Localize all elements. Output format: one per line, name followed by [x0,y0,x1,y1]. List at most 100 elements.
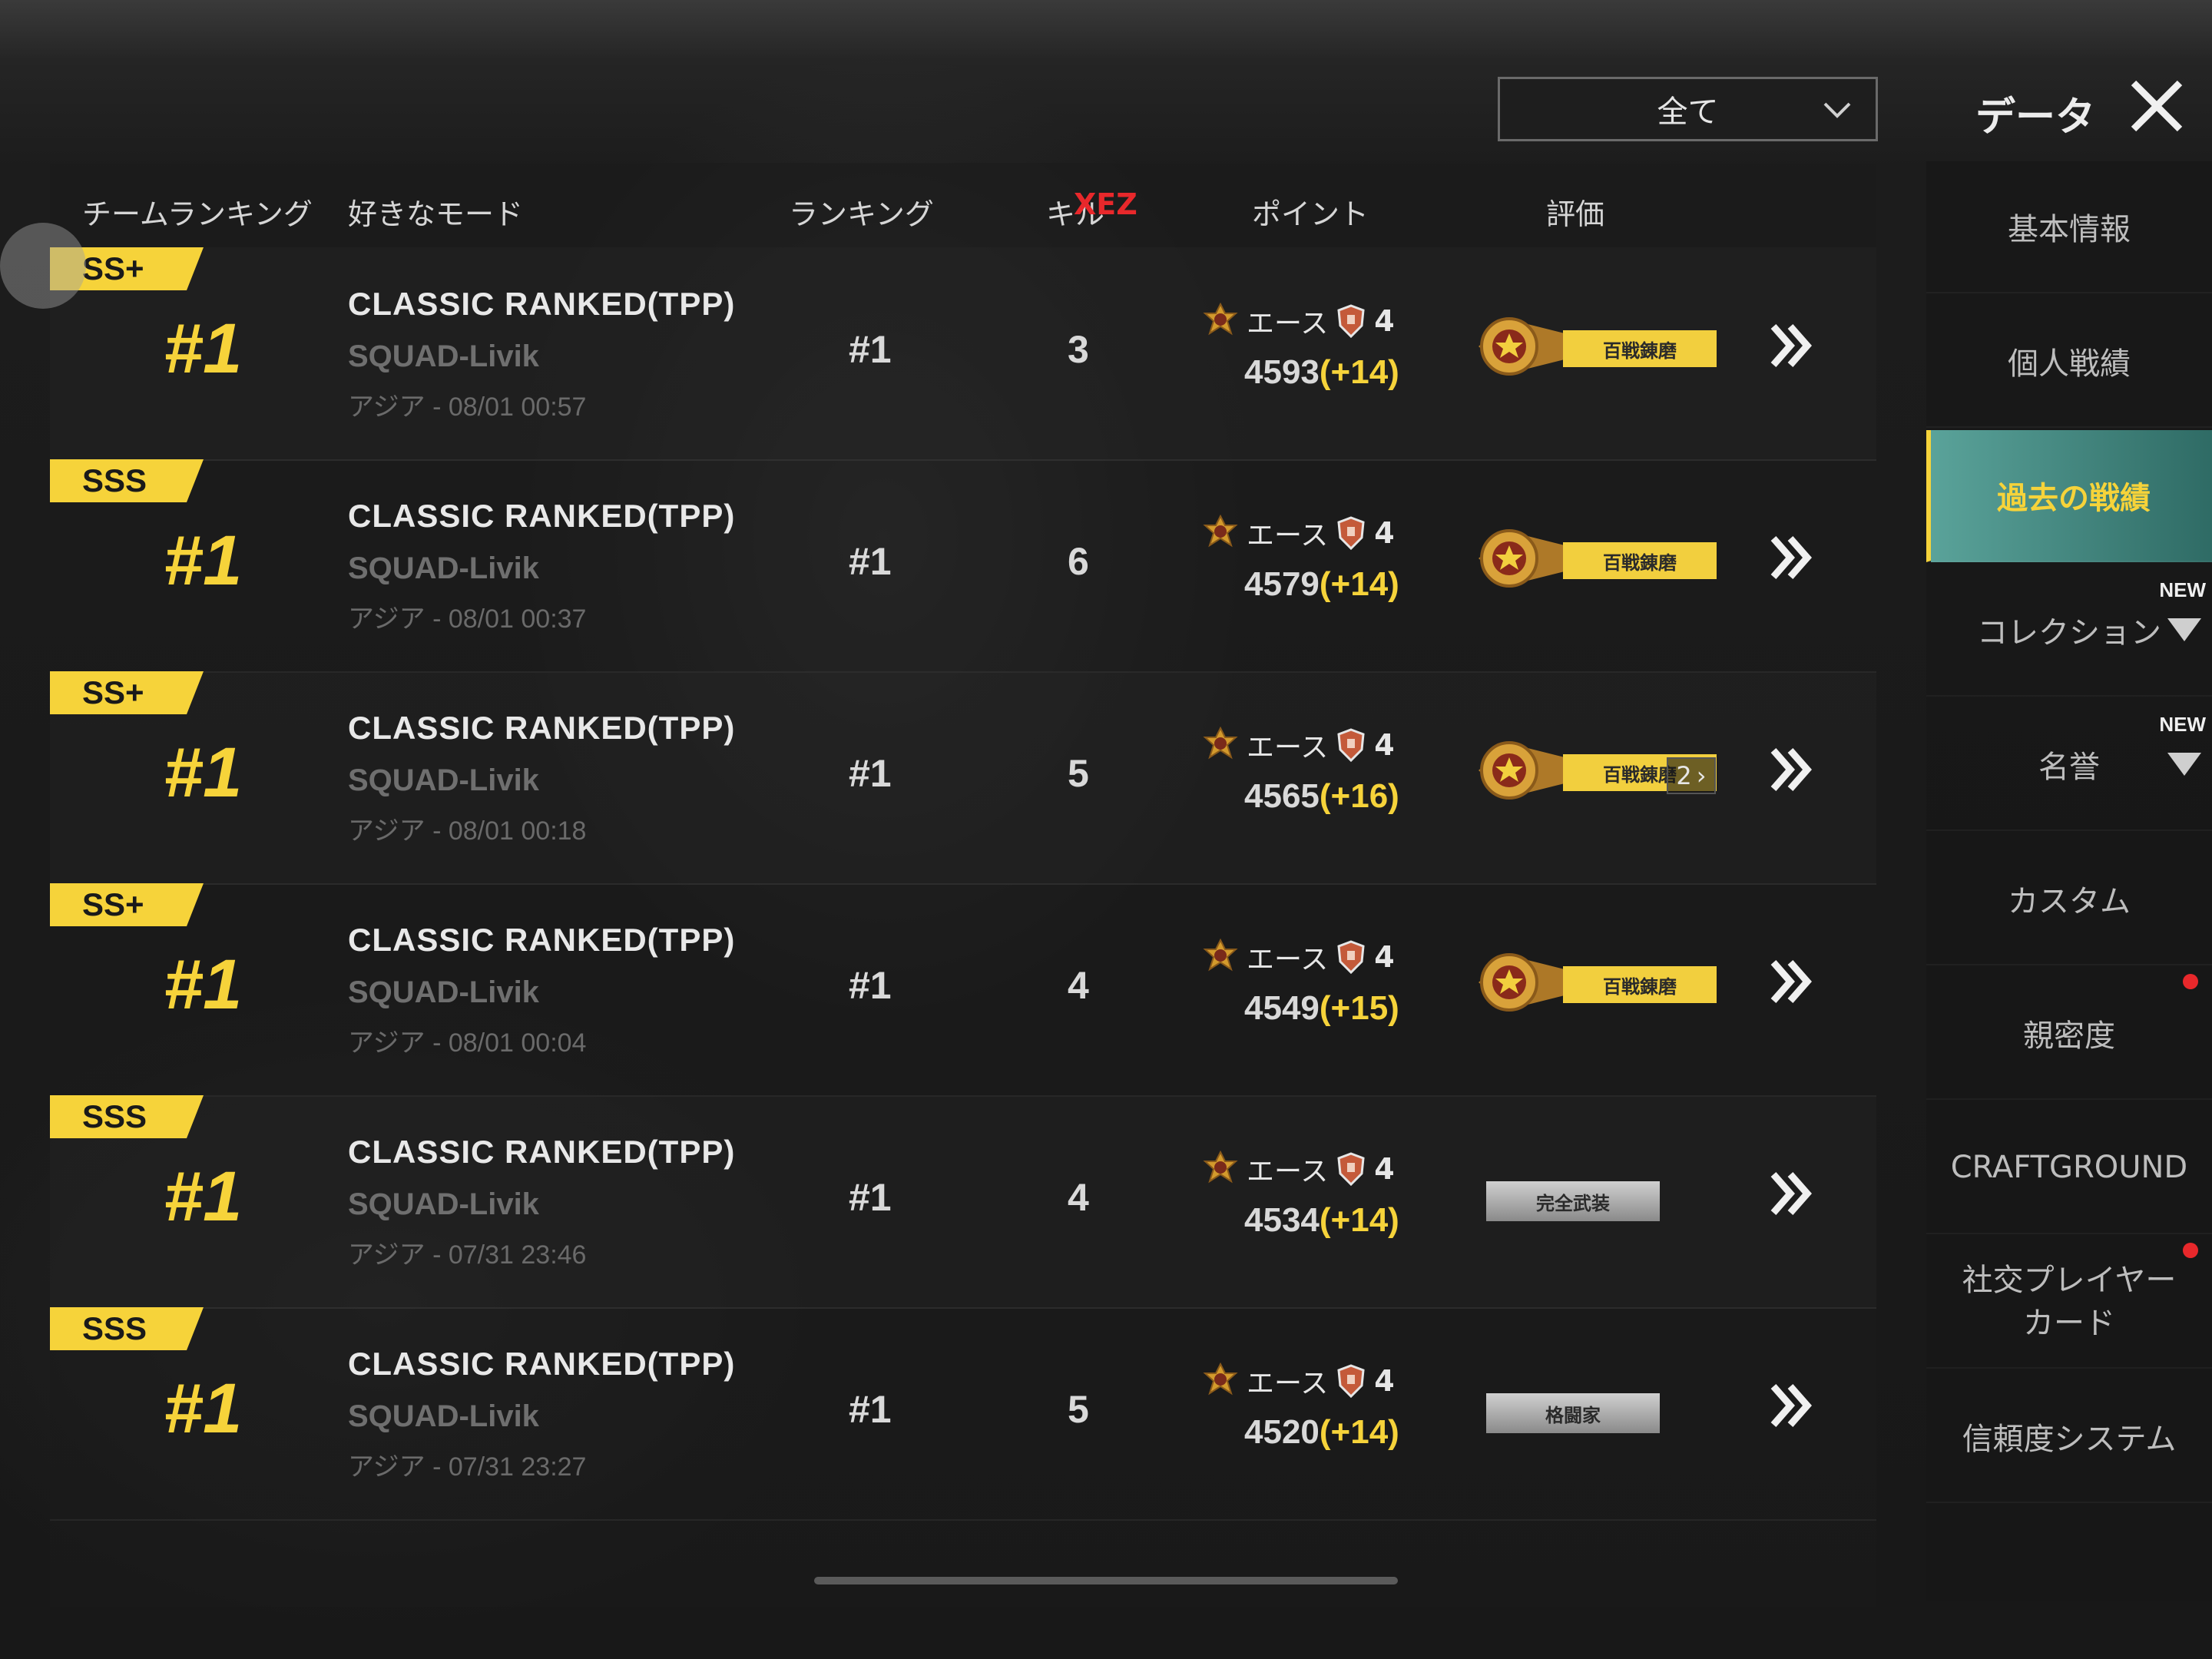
double-chevron-right-icon[interactable] [1766,744,1816,795]
points-total: 4534 [1244,1201,1320,1239]
points-value: 4534(+14) [1244,1201,1399,1240]
sidebar-item[interactable]: 親密度 [1926,968,2212,1100]
tier-info: エース 4 [1202,934,1395,980]
table-body: SS+ #1 CLASSIC RANKED(TPP) SQUAD-Livik アジア -… [50,247,1876,1607]
double-chevron-right-icon[interactable] [1766,1168,1816,1219]
tier-shield-icon [1337,516,1365,550]
sidebar-item[interactable]: カスタム [1926,833,2212,965]
sidebar-item-label: 社交プレイヤーカード [1962,1263,2177,1341]
avatar-bubble[interactable] [0,223,86,309]
grade-badge-label: SSS [82,462,147,498]
new-tag: NEW [2159,578,2206,601]
kills-value: 5 [1068,1388,1089,1431]
tier-level: 4 [1374,304,1395,338]
mode-name: CLASSIC RANKED(TPP) [348,922,736,958]
ace-tier-icon [1203,515,1238,548]
chevron-down-icon [1823,102,1851,118]
sidebar-item[interactable]: 過去の戦績 [1926,430,2212,562]
tier-name: エース [1247,308,1329,339]
sidebar-item[interactable]: 基本情報 [1926,161,2212,293]
laurel-medal-icon [1479,529,1571,588]
filter-dropdown-value: 全て [1657,94,1719,130]
tier-name: エース [1247,520,1329,551]
points-value: 4565(+16) [1244,777,1399,816]
tier-shield-icon [1337,940,1365,974]
points-total: 4549 [1244,989,1320,1027]
sidebar-item[interactable]: CRAFTGROUND [1926,1102,2212,1234]
team-rank: #1 [164,522,243,600]
ace-tier-icon [1203,303,1238,336]
tier-info: エース 4 [1202,1146,1395,1192]
double-chevron-right-icon[interactable] [1766,320,1816,371]
new-triangle-icon [2167,618,2201,641]
grade-badge: SSS [50,1095,204,1138]
match-date: アジア - 07/31 23:27 [348,1452,587,1482]
tier-info: エース 4 [1202,722,1395,768]
col-favorite-mode: 好きなモード [348,197,524,231]
evaluation-label: 百戦錬磨 [1563,330,1717,367]
mode-name: CLASSIC RANKED(TPP) [348,1346,736,1382]
evaluation-label: 百戦錬磨 [1563,542,1717,579]
team-rank: #1 [164,1369,243,1448]
notification-dot [2183,1243,2198,1258]
sidebar-item-label: CRAFTGROUND [1950,1150,2188,1185]
sidebar-item[interactable]: コレクション NEW [1926,565,2212,697]
mode-name: CLASSIC RANKED(TPP) [348,710,736,746]
col-ranking: ランキング [789,197,934,231]
tier-shield-icon [1337,728,1365,762]
sidebar-item-label: コレクション [1977,615,2161,651]
laurel-medal-icon [1479,741,1571,800]
kills-value: 5 [1068,752,1089,795]
tier-shield-icon [1337,304,1365,338]
evaluation-label: 格闘家 [1486,1393,1660,1433]
mode-name: CLASSIC RANKED(TPP) [348,498,736,534]
sidebar-item[interactable]: 名誉 NEW [1926,699,2212,831]
table-row[interactable]: SS+ #1 CLASSIC RANKED(TPP) SQUAD-Livik アジア -… [50,247,1876,461]
ace-tier-icon [1203,939,1238,972]
sidebar-item-label: 名誉 [2038,750,2100,785]
table-row[interactable]: SS+ #1 CLASSIC RANKED(TPP) SQUAD-Livik アジア -… [50,671,1876,885]
tier-shield-icon [1337,1152,1365,1186]
sidebar-item-label: 親密度 [2023,1018,2115,1054]
table-row[interactable]: SS+ #1 CLASSIC RANKED(TPP) SQUAD-Livik アジア -… [50,883,1876,1097]
extra-evaluations-button[interactable]: 2 › [1667,757,1716,794]
double-chevron-right-icon[interactable] [1766,1380,1816,1431]
tier-info: エース 4 [1202,298,1395,344]
match-date: アジア - 08/01 00:18 [348,816,587,846]
sidebar-item-label: 過去の戦績 [1997,481,2151,516]
tier-shield-icon [1337,1364,1365,1398]
ranking-value: #1 [849,1388,892,1431]
close-icon[interactable] [2128,77,2186,135]
col-evaluation: 評価 [1546,197,1605,231]
horizontal-scrollbar[interactable] [814,1577,1398,1584]
grade-badge-label: SS+ [82,250,144,286]
points-delta: (+14) [1319,1201,1399,1239]
ace-tier-icon [1203,1151,1238,1184]
kills-value: 4 [1068,1176,1089,1219]
squad-map: SQUAD-Livik [348,1187,539,1221]
sidebar-item[interactable]: 個人戦績 [1926,296,2212,428]
sidebar-item[interactable]: 信頼度システム [1926,1371,2212,1503]
double-chevron-right-icon[interactable] [1766,956,1816,1007]
ranking-value: #1 [849,752,892,795]
squad-map: SQUAD-Livik [348,763,539,797]
filter-dropdown[interactable]: 全て [1498,77,1878,141]
tier-name: エース [1247,732,1329,763]
grade-badge: SSS [50,459,204,502]
table-header: チームランキング 好きなモード ランキング キル ポイント 評価 [50,163,1876,247]
table-row[interactable]: SSS #1 CLASSIC RANKED(TPP) SQUAD-Livik アジア -… [50,1307,1876,1521]
team-rank: #1 [164,310,243,388]
points-value: 4520(+14) [1244,1413,1399,1452]
kills-value: 6 [1068,540,1089,583]
match-date: アジア - 08/01 00:37 [348,604,587,634]
table-row[interactable]: SSS #1 CLASSIC RANKED(TPP) SQUAD-Livik アジア -… [50,459,1876,673]
grade-badge: SSS [50,1307,204,1350]
ranking-value: #1 [849,328,892,371]
team-rank: #1 [164,733,243,812]
double-chevron-right-icon[interactable] [1766,532,1816,583]
table-row[interactable]: SSS #1 CLASSIC RANKED(TPP) SQUAD-Livik アジア -… [50,1095,1876,1309]
points-delta: (+14) [1319,565,1399,603]
kills-header-overlay: XEZ [1074,187,1137,221]
grade-badge-label: SSS [82,1098,147,1134]
sidebar-item[interactable]: 社交プレイヤーカード [1926,1237,2212,1369]
